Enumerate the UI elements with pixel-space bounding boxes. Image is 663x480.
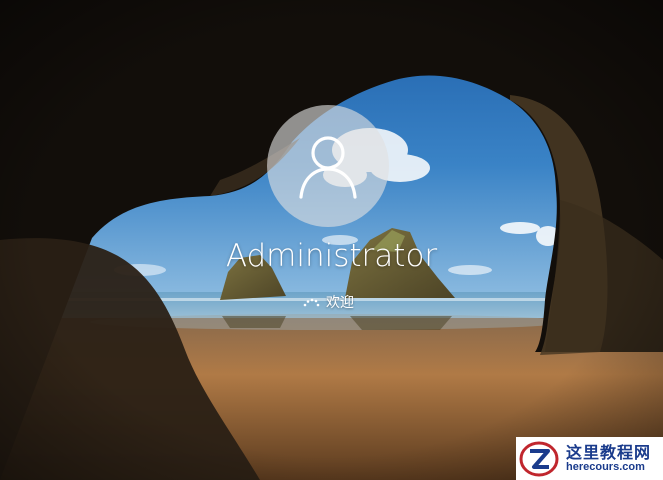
- watermark-url: herecours.com: [566, 461, 645, 474]
- z-logo-icon: [519, 441, 559, 476]
- welcome-text: 欢迎: [326, 295, 354, 311]
- watermark-title: 这里教程网: [566, 442, 652, 462]
- user-avatar[interactable]: [267, 105, 389, 227]
- lock-screen: Administrator 欢迎 这里教程网 herecours.com: [0, 0, 663, 480]
- user-name-label: Administrator: [225, 238, 438, 274]
- user-icon: [299, 136, 357, 199]
- loading-dots-icon: [303, 298, 320, 307]
- watermark: 这里教程网 herecours.com: [516, 437, 663, 480]
- welcome-status: 欢迎: [302, 292, 354, 312]
